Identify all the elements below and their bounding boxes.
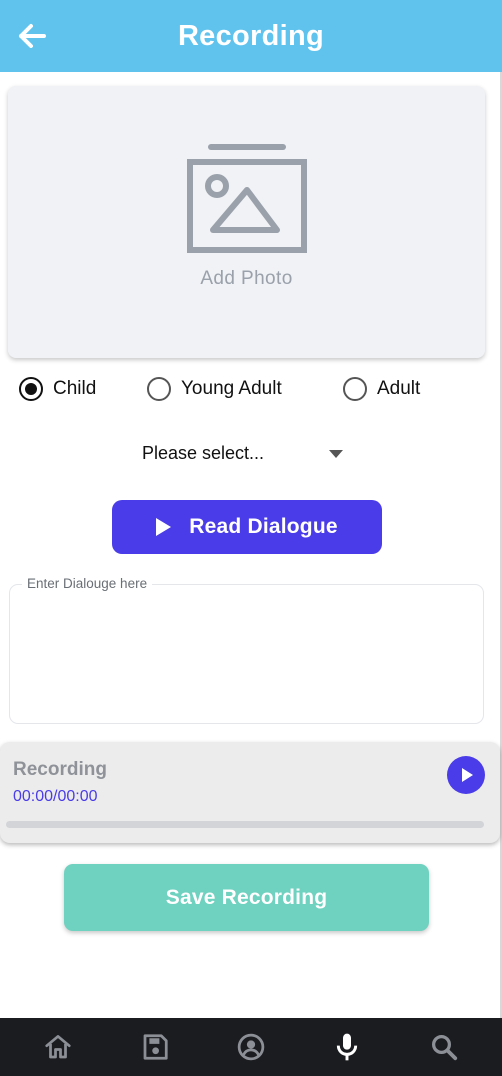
save-recording-label: Save Recording xyxy=(165,885,328,909)
app-header: Recording xyxy=(0,0,502,72)
caret-down-icon xyxy=(329,450,343,458)
read-dialogue-button[interactable]: Read Dialogue xyxy=(112,500,382,554)
nav-record[interactable] xyxy=(321,1022,373,1072)
add-photo-card[interactable]: Add Photo xyxy=(8,86,485,358)
recording-title: Recording xyxy=(13,759,107,780)
radio-child[interactable]: Child xyxy=(19,374,96,404)
account-icon xyxy=(237,1033,265,1061)
back-button[interactable] xyxy=(14,18,50,54)
microphone-icon xyxy=(337,1033,358,1061)
nav-home[interactable] xyxy=(32,1022,84,1072)
recording-progress-bar[interactable] xyxy=(6,821,484,828)
radio-button[interactable] xyxy=(147,377,171,401)
radio-young-adult-label: Young Adult xyxy=(181,378,282,399)
dialogue-field-label: Enter Dialouge here xyxy=(22,576,153,591)
save-icon xyxy=(143,1034,168,1060)
radio-adult-label: Adult xyxy=(377,378,421,399)
radio-young-adult[interactable]: Young Adult xyxy=(147,374,282,404)
nav-account[interactable] xyxy=(225,1022,277,1072)
play-icon xyxy=(156,518,172,536)
read-dialogue-label: Read Dialogue xyxy=(189,515,338,538)
age-group-radio: Child Young Adult Adult xyxy=(0,374,502,404)
radio-button[interactable] xyxy=(343,377,367,401)
radio-adult[interactable]: Adult xyxy=(343,374,420,404)
image-placeholder-icon xyxy=(186,144,307,253)
bottom-navigation xyxy=(0,1018,502,1076)
home-icon xyxy=(45,1035,71,1059)
recording-time: 00:00/00:00 xyxy=(13,788,98,805)
dialogue-textarea[interactable] xyxy=(9,584,484,724)
radio-child-label: Child xyxy=(53,378,97,399)
play-recording-button[interactable] xyxy=(447,756,485,794)
search-icon xyxy=(431,1034,457,1061)
nav-saved[interactable] xyxy=(129,1022,181,1072)
save-recording-button[interactable]: Save Recording xyxy=(64,864,429,931)
radio-dot xyxy=(25,383,37,395)
page-title: Recording xyxy=(177,19,325,52)
add-photo-label: Add Photo xyxy=(200,268,293,289)
nav-search[interactable] xyxy=(418,1022,470,1072)
arrow-left-icon xyxy=(19,24,46,48)
select-value: Please select... xyxy=(142,442,265,463)
radio-button-checked[interactable] xyxy=(19,377,43,401)
recording-player: Recording 00:00/00:00 xyxy=(0,742,500,843)
dialogue-select[interactable]: Please select... xyxy=(130,436,350,470)
play-icon xyxy=(462,768,473,782)
